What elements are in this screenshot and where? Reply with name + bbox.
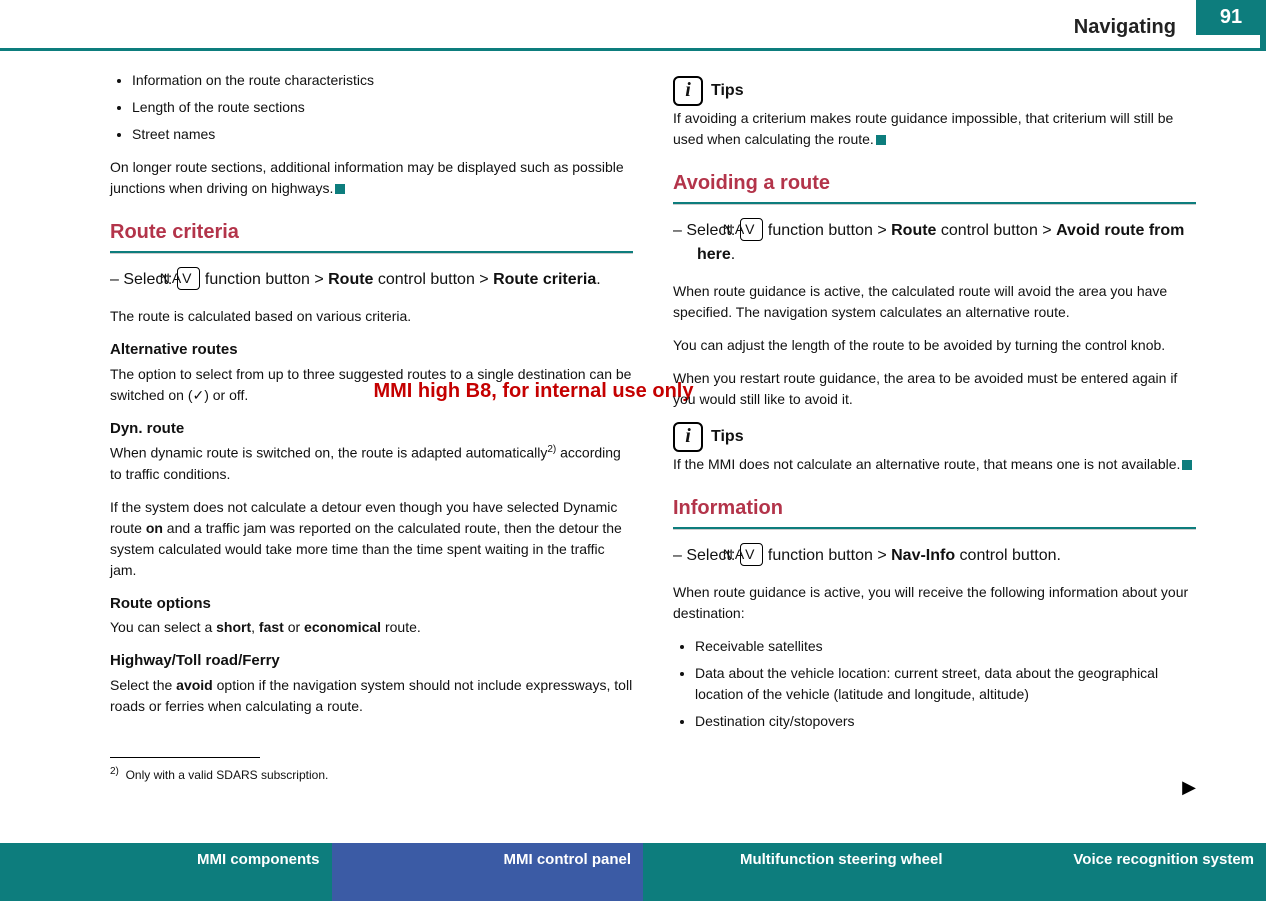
- nav-button-glyph: NAV: [740, 543, 764, 566]
- sub-heading-dyn-route: Dyn. route: [110, 418, 633, 441]
- paragraph: You can select a short, fast or economic…: [110, 617, 633, 638]
- info-icon: i: [673, 422, 703, 452]
- nav-button-glyph: NAV: [177, 267, 201, 290]
- list-item: Information on the route characteristics: [132, 70, 633, 91]
- tips-body: If avoiding a criterium makes route guid…: [673, 108, 1196, 150]
- list-item: Length of the route sections: [132, 97, 633, 118]
- page-number-tab: 91: [1196, 0, 1266, 35]
- paragraph: You can adjust the length of the route t…: [673, 335, 1196, 356]
- section-heading-avoiding-route: Avoiding a route: [673, 168, 1196, 198]
- instruction-step: – Select: NAV function button > Nav-Info…: [673, 544, 1196, 568]
- instruction-step: – Select: NAV function button > Route co…: [110, 268, 633, 292]
- sub-heading-alternative-routes: Alternative routes: [110, 339, 633, 362]
- section-rule: [673, 202, 1196, 205]
- paragraph: When route guidance is active, you will …: [673, 582, 1196, 624]
- paragraph: When you restart route guidance, the are…: [673, 368, 1196, 410]
- right-column: i Tips If avoiding a criterium makes rou…: [673, 70, 1196, 801]
- paragraph: If the system does not calculate a detou…: [110, 497, 633, 581]
- left-column: Information on the route characteristics…: [110, 70, 633, 801]
- tips-label: Tips: [711, 425, 744, 449]
- tab-voice-recognition-system[interactable]: Voice recognition system: [955, 843, 1266, 901]
- section-rule: [110, 251, 633, 254]
- tab-multifunction-steering-wheel[interactable]: Multifunction steering wheel: [643, 843, 955, 901]
- section-end-icon: [876, 135, 886, 145]
- intro-bullets: Information on the route characteristics…: [110, 70, 633, 145]
- list-item: Receivable satellites: [695, 636, 1196, 657]
- tips-label: Tips: [711, 79, 744, 103]
- list-item: Destination city/stopovers: [695, 711, 1196, 732]
- paragraph: The option to select from up to three su…: [110, 364, 633, 406]
- instruction-step: – Select: NAV function button > Route co…: [673, 219, 1196, 267]
- section-end-icon: [1182, 460, 1192, 470]
- section-heading-route-criteria: Route criteria: [110, 217, 633, 247]
- tab-mmi-components[interactable]: MMI components: [20, 843, 332, 901]
- footnote: 2) Only with a valid SDARS subscription.: [110, 764, 633, 784]
- paragraph: The route is calculated based on various…: [110, 306, 633, 327]
- list-item: Data about the vehicle location: current…: [695, 663, 1196, 705]
- section-rule: [673, 527, 1196, 530]
- tips-body: If the MMI does not calculate an alterna…: [673, 454, 1196, 475]
- section-heading-information: Information: [673, 493, 1196, 523]
- header-rule: [0, 48, 1266, 51]
- nav-button-glyph: NAV: [740, 218, 764, 241]
- info-icon: i: [673, 76, 703, 106]
- continue-icon: ▶: [1182, 774, 1196, 801]
- tab-mmi-control-panel[interactable]: MMI control panel: [332, 843, 644, 901]
- intro-paragraph: On longer route sections, additional inf…: [110, 157, 633, 199]
- sub-heading-route-options: Route options: [110, 593, 633, 616]
- list-item: Street names: [132, 124, 633, 145]
- section-end-icon: [335, 184, 345, 194]
- footnote-rule: [110, 757, 260, 758]
- bottom-nav: MMI components MMI control panel Multifu…: [0, 843, 1266, 901]
- paragraph: Select the avoid option if the navigatio…: [110, 675, 633, 717]
- sub-heading-highway: Highway/Toll road/Ferry: [110, 650, 633, 673]
- page-title: Navigating: [1074, 16, 1176, 39]
- paragraph: When route guidance is active, the calcu…: [673, 281, 1196, 323]
- info-bullets: Receivable satellites Data about the veh…: [673, 636, 1196, 732]
- nav-spacer: [0, 843, 20, 901]
- paragraph: When dynamic route is switched on, the r…: [110, 442, 633, 485]
